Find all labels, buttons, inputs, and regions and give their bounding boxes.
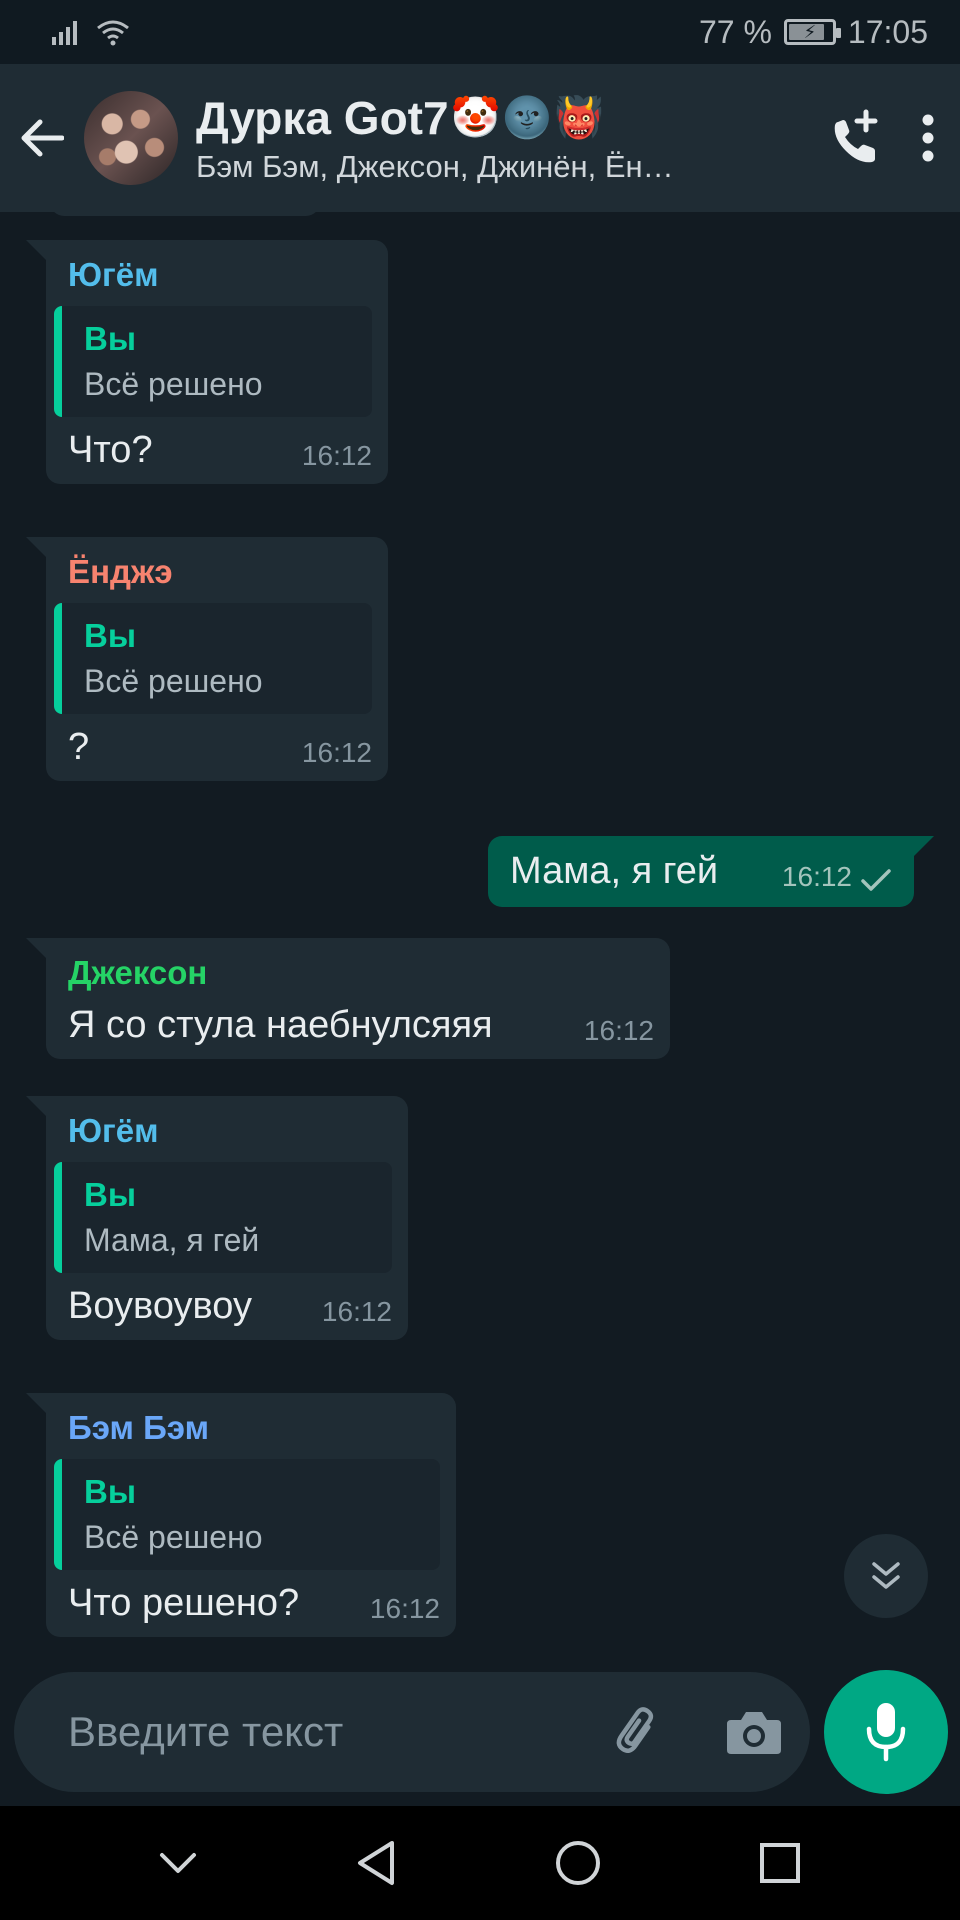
chat-participants: Бэм Бэм, Джексон, Джинён, Ён… — [196, 149, 674, 184]
message-bubble[interactable]: Югём Вы Всё решено Что? 16:12 — [26, 240, 388, 484]
sender-name: Ёнджэ — [68, 553, 173, 590]
back-triangle-icon[interactable] — [354, 1839, 398, 1887]
voice-message-button[interactable] — [824, 1670, 948, 1794]
ogre-emoji: 👹 — [554, 96, 605, 140]
paperclip-icon[interactable] — [609, 1703, 667, 1761]
home-circle-icon[interactable] — [554, 1839, 602, 1887]
message-bubble[interactable]: Джексон Я со стула наебнулсяяя 16:12 — [26, 938, 670, 1059]
signal-icon — [52, 21, 77, 45]
message-bubble[interactable]: Бэм Бэм Вы Всё решено Что решено? 16:12 — [26, 1393, 456, 1637]
clock: 17:05 — [847, 13, 928, 50]
quoted-message[interactable]: Вы Всё решено — [54, 603, 372, 714]
scroll-to-bottom-button[interactable] — [844, 1534, 928, 1618]
quote-author: Вы — [84, 1176, 137, 1213]
message-time: 16:12 — [369, 1593, 440, 1624]
check-icon — [861, 869, 891, 891]
add-call-icon[interactable] — [828, 108, 884, 168]
more-vert-icon[interactable] — [918, 113, 938, 163]
moon-emoji: 🌚 — [502, 96, 553, 140]
quote-text: Всё решено — [84, 366, 263, 402]
battery-icon: ⚡ — [783, 19, 841, 45]
status-bar: 77 % ⚡ 17:05 — [0, 0, 960, 64]
microphone-icon — [866, 1703, 906, 1762]
camera-icon[interactable] — [725, 1708, 783, 1756]
arrow-left-icon — [21, 119, 64, 157]
sender-name: Югём — [68, 1112, 159, 1149]
sender-name: Югём — [68, 256, 159, 293]
battery-percent: 77 % — [698, 13, 772, 50]
message-bubble[interactable]: Ёнджэ Вы Всё решено ? 16:12 — [26, 537, 388, 781]
message-bubble-outgoing[interactable]: Мама, я гей 16:12 — [488, 836, 934, 907]
quote-text: Мама, я гей — [84, 1222, 260, 1258]
message-time: 16:12 — [301, 737, 372, 768]
quoted-message[interactable]: Вы Всё решено — [54, 1459, 440, 1570]
chevron-down-icon[interactable] — [158, 1851, 198, 1875]
quote-text: Всё решено — [84, 663, 263, 699]
message-time: 16:12 — [301, 440, 372, 471]
message-list[interactable]: Югём Вы Всё решено Что? 16:12 Ёнджэ Вы В… — [0, 212, 960, 1672]
system-nav-bar — [0, 1806, 960, 1920]
message-composer — [14, 1672, 810, 1792]
double-chevron-down-icon — [872, 1562, 900, 1589]
message-time: 16:12 — [583, 1015, 654, 1046]
message-input[interactable] — [68, 1708, 609, 1756]
chat-title: Дурка Got7 🤡 🌚 👹 — [196, 91, 756, 145]
chat-header: Дурка Got7 🤡 🌚 👹 Бэм Бэм, Джексон, Джинё… — [0, 64, 960, 212]
message-text: Я со стула наебнулсяяя — [68, 1004, 493, 1046]
recents-square-icon[interactable] — [758, 1841, 802, 1885]
quote-text: Всё решено — [84, 1519, 263, 1555]
clown-emoji: 🤡 — [450, 96, 501, 140]
quoted-message[interactable]: Вы Всё решено — [54, 306, 372, 417]
group-avatar[interactable] — [84, 91, 178, 185]
quote-author: Вы — [84, 617, 137, 654]
quote-author: Вы — [84, 320, 137, 357]
message-text: Мама, я гей — [510, 850, 719, 892]
message-bubble[interactable]: Югём Вы Мама, я гей Воувоувоу 16:12 — [26, 1096, 408, 1340]
sender-name: Джексон — [68, 954, 208, 991]
sender-name: Бэм Бэм — [68, 1409, 210, 1446]
message-text: ? — [68, 726, 90, 768]
chat-title-text: Дурка Got7 — [196, 92, 449, 144]
wifi-icon — [97, 20, 129, 46]
message-text: Что решено? — [68, 1582, 300, 1624]
quote-author: Вы — [84, 1473, 137, 1510]
chat-info[interactable]: Дурка Got7 🤡 🌚 👹 Бэм Бэм, Джексон, Джинё… — [196, 91, 756, 185]
message-time: 16:12 — [321, 1296, 392, 1327]
message-time: 16:12 — [781, 861, 852, 892]
message-text: Воувоувоу — [68, 1285, 252, 1327]
previous-message-fragment — [50, 212, 320, 216]
back-button[interactable] — [0, 64, 84, 212]
message-text: Что? — [68, 429, 153, 471]
quoted-message[interactable]: Вы Мама, я гей — [54, 1162, 392, 1273]
